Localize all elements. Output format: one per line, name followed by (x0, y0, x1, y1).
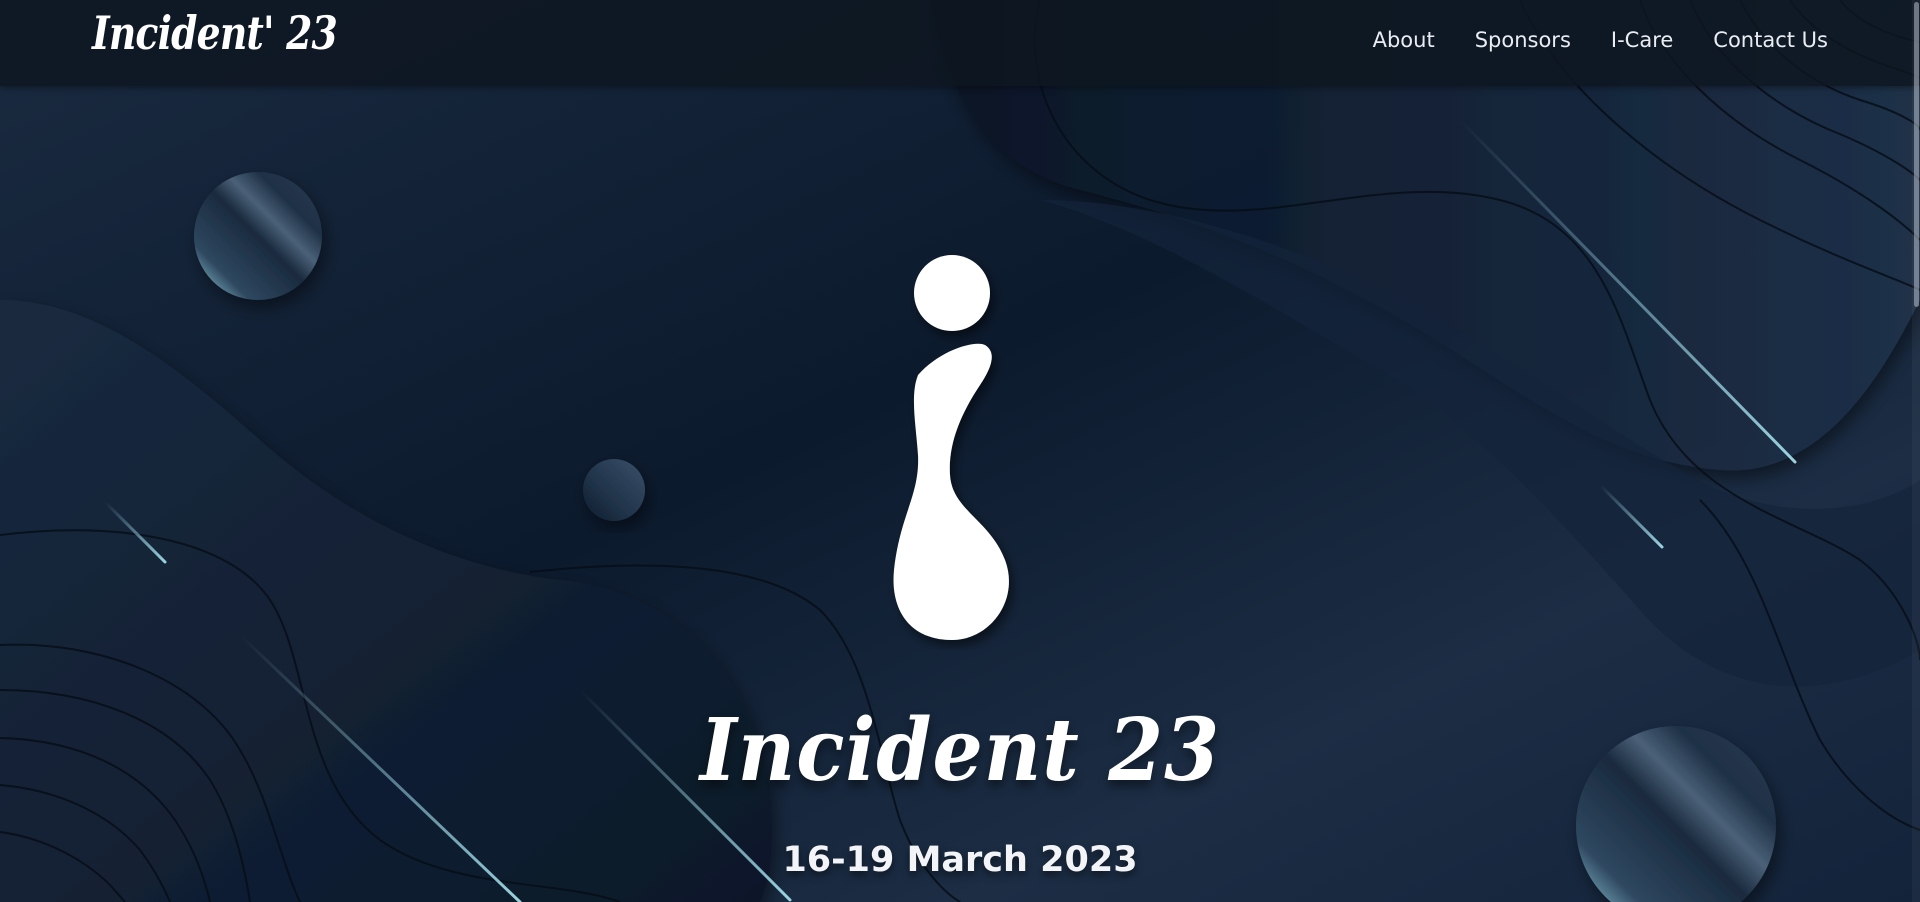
i-logo-icon (893, 255, 1009, 640)
hero-title: Incident 23 (699, 700, 1221, 801)
nav-link-contact-us[interactable]: Contact Us (1713, 28, 1828, 52)
scrollbar[interactable] (1912, 0, 1920, 902)
brand-logo[interactable]: Incident' 23 (92, 6, 338, 60)
nav-links: About Sponsors I-Care Contact Us (1373, 28, 1828, 52)
hero-date: 16-19 March 2023 (782, 840, 1138, 880)
nav-link-sponsors[interactable]: Sponsors (1475, 28, 1571, 52)
top-navbar: Incident' 23 About Sponsors I-Care Conta… (0, 0, 1920, 86)
scrollbar-thumb[interactable] (1914, 2, 1919, 307)
nav-link-about[interactable]: About (1373, 28, 1435, 52)
nav-link-icare[interactable]: I-Care (1611, 28, 1673, 52)
